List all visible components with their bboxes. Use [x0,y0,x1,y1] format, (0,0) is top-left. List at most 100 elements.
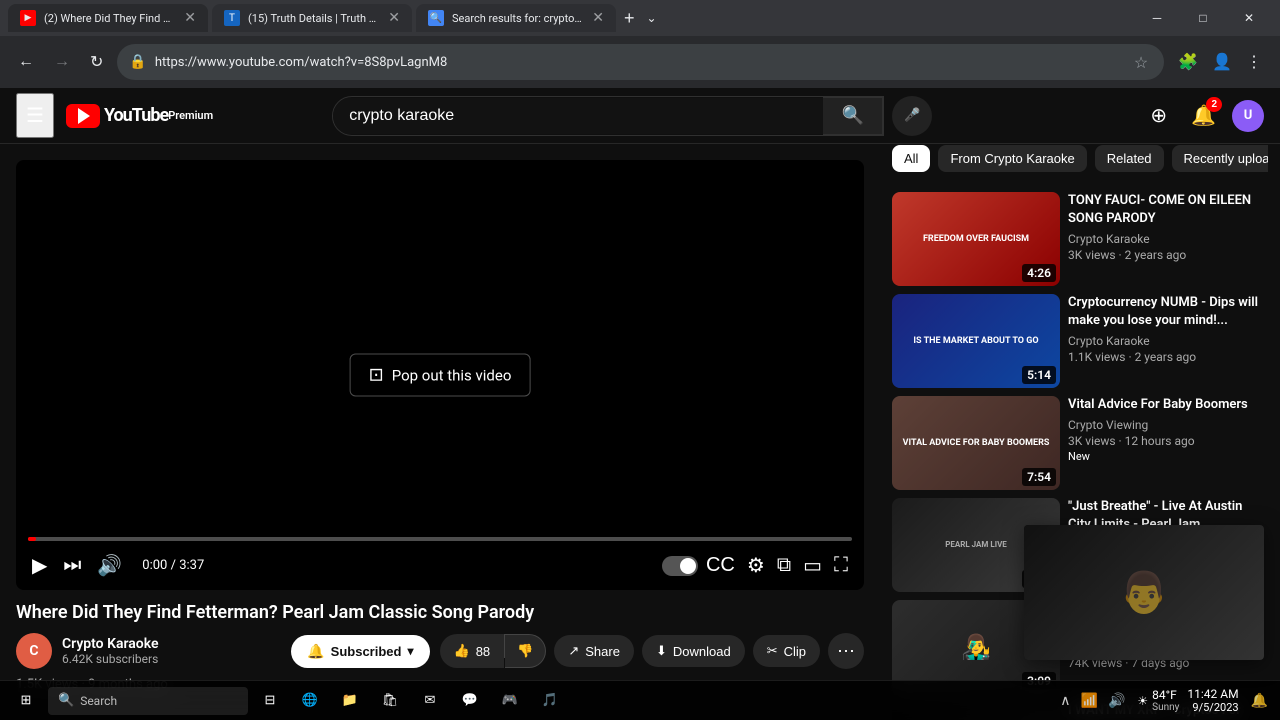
taskbar-app-5[interactable]: ✉ [412,683,448,719]
bookmark-icon[interactable]: ☆ [1130,51,1152,74]
youtube-header: ☰ YouTube Premium 🔍 🎤 ⊕ 🔔 2 U [0,88,1280,144]
channel-avatar[interactable]: C [16,633,52,669]
tab-2[interactable]: T (15) Truth Details | Truth Social... ✕ [212,4,412,32]
clock-time: 11:42 AM [1187,687,1238,701]
youtube-logo[interactable]: YouTube Premium [66,104,213,128]
network-icon[interactable]: 📶 [1077,691,1102,711]
taskbar-app-3[interactable]: 📁 [332,683,368,719]
avatar-letter: C [29,643,38,659]
volume-icon[interactable]: 🔊 [1104,691,1129,711]
clip-button[interactable]: ✂ Clip [753,635,820,667]
search-button[interactable]: 🔍 [823,97,883,135]
minimize-button[interactable]: ─ [1134,0,1180,36]
play-button[interactable]: ▶ [28,549,51,582]
tab2-close[interactable]: ✕ [388,10,400,26]
refresh-button[interactable]: ↻ [84,46,109,78]
like-button[interactable]: 👍 88 [440,634,505,668]
taskbar-search[interactable]: 🔍 Search [48,687,248,715]
address-icons: ☆ [1130,51,1152,74]
window-controls: ─ □ ✕ [1134,0,1272,36]
mini-player[interactable]: 👨 [1024,525,1264,660]
clip-icon: ✂ [767,643,778,659]
list-item[interactable]: IS THE MARKET ABOUT TO GO 5:14 Cryptocur… [892,294,1268,388]
video-info: Where Did They Find Fetterman? Pearl Jam… [16,602,864,692]
toggle-switch[interactable] [662,556,698,576]
notification-center-icon[interactable]: 🔔 [1247,691,1272,711]
fullscreen-button[interactable]: ⛶ [830,550,852,581]
list-item[interactable]: VITAL ADVICE FOR BABY BOOMERS 7:54 Vital… [892,396,1268,490]
taskbar-app-8[interactable]: 🎵 [532,683,568,719]
address-bar[interactable]: 🔒 https://www.youtube.com/watch?v=8S8pvL… [117,44,1164,80]
lock-icon: 🔒 [129,54,146,70]
tab1-title: (2) Where Did They Find Fette... [44,12,176,25]
tab-overflow-button[interactable]: ⌄ [643,7,661,29]
new-tab-button[interactable]: + [620,4,639,33]
taskbar-app-4[interactable]: 🛍 [372,683,408,719]
filter-from-channel[interactable]: From Crypto Karaoke [938,145,1086,172]
search-input[interactable] [333,98,823,134]
tab2-title: (15) Truth Details | Truth Social... [248,12,380,25]
related-title-3: Vital Advice For Baby Boomers [1068,396,1268,414]
taskbar-app-2[interactable]: 🌐 [292,683,328,719]
forward-button[interactable]: → [48,47,76,77]
total-time: 3:37 [179,558,204,573]
video-controls: ▶ ⏭ 🔊 0:00 / 3:37 CC ⚙ ⧉ [16,529,864,590]
filter-related[interactable]: Related [1095,145,1164,172]
up-arrow-icon[interactable]: ∧ [1056,691,1074,711]
related-channel-2: Crypto Karaoke [1068,334,1268,348]
related-meta-2: 1.1K views · 2 years ago [1068,350,1268,364]
miniplayer-button[interactable]: ⧉ [773,550,795,581]
time-separator: / [171,558,180,573]
thumbs-down-icon: 👎 [517,643,533,658]
user-avatar[interactable]: U [1232,100,1264,132]
pop-out-overlay[interactable]: ⊡ Pop out this video [350,354,531,397]
taskbar-app-1[interactable]: ⊟ [252,683,288,719]
profile-button[interactable]: 👤 [1206,46,1238,78]
voice-search-button[interactable]: 🎤 [892,96,932,136]
next-button[interactable]: ⏭ [59,550,85,581]
taskbar-clock[interactable]: 11:42 AM 9/5/2023 [1187,687,1238,714]
subscribe-bell-icon: 🔔 [307,643,324,660]
browser-menu-button[interactable]: ⋮ [1240,46,1268,78]
filter-recent[interactable]: Recently uploaded [1172,145,1268,172]
channel-name[interactable]: Crypto Karaoke [62,636,281,652]
close-button[interactable]: ✕ [1226,0,1272,36]
tab-3[interactable]: 🔍 Search results for: crypto kara... ✕ [416,4,616,32]
more-button[interactable]: ⋯ [828,633,864,669]
create-button[interactable]: ⊕ [1142,95,1175,136]
tab3-close[interactable]: ✕ [592,10,604,26]
start-button[interactable]: ⊞ [8,683,44,719]
progress-bar[interactable] [28,537,852,541]
related-info-2: Cryptocurrency NUMB - Dips will make you… [1068,294,1268,388]
tab-1[interactable]: ▶ (2) Where Did They Find Fette... ✕ [8,4,208,32]
like-dislike-group: 👍 88 👎 [440,634,547,668]
mute-button[interactable]: 🔊 [93,549,126,582]
download-button[interactable]: ⬇ Download [642,635,745,667]
xbox-icon: 🎮 [502,693,518,708]
list-item[interactable]: FREEDOM OVER FAUCISM 4:26 TONY FAUCI- CO… [892,192,1268,286]
share-button[interactable]: ↗ Share [554,635,634,667]
address-url: https://www.youtube.com/watch?v=8S8pvLag… [155,55,1122,70]
store-icon: 🛍 [382,693,399,708]
theater-button[interactable]: ▭ [799,549,826,582]
back-button[interactable]: ← [12,47,40,77]
captions-button[interactable]: CC [702,550,739,581]
settings-button[interactable]: ⚙ [743,549,769,582]
dislike-button[interactable]: 👎 [505,634,546,668]
taskbar-app-7[interactable]: 🎮 [492,683,528,719]
related-thumb-3: VITAL ADVICE FOR BABY BOOMERS 7:54 [892,396,1060,490]
extensions-button[interactable]: 🧩 [1172,46,1204,78]
related-title-2: Cryptocurrency NUMB - Dips will make you… [1068,294,1268,330]
notifications-button[interactable]: 🔔 2 [1183,95,1224,136]
thumbs-up-icon: 👍 [454,643,470,659]
subscribe-button[interactable]: 🔔 Subscribed ▾ [291,635,429,668]
menu-button[interactable]: ☰ [16,93,54,138]
controls-row: ▶ ⏭ 🔊 0:00 / 3:37 CC ⚙ ⧉ [28,549,852,582]
maximize-button[interactable]: □ [1180,0,1226,36]
taskbar-app-6[interactable]: 💬 [452,683,488,719]
video-player[interactable]: ⊡ Pop out this video ▶ ⏭ 🔊 0:00 / 3:37 [16,160,864,590]
taskbar-weather[interactable]: ☀ 84°F Sunny [1137,688,1179,713]
tab1-close[interactable]: ✕ [184,10,196,26]
taskbar-right: ∧ 📶 🔊 ☀ 84°F Sunny 11:42 AM 9/5/2023 🔔 [1056,687,1272,714]
filter-all[interactable]: All [892,145,930,172]
